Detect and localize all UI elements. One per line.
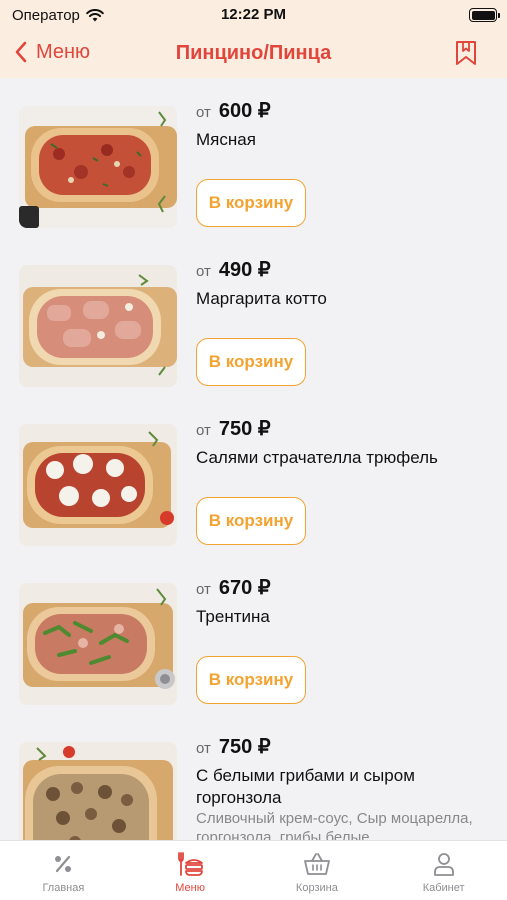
basket-icon xyxy=(303,851,331,877)
product-image[interactable] xyxy=(19,265,177,387)
product-price: 490 ₽ xyxy=(218,259,271,281)
tab-menu[interactable]: Меню xyxy=(127,841,254,900)
product-image[interactable] xyxy=(19,424,177,546)
page-title: Пинцино/Пинца xyxy=(175,42,332,64)
product-name: Мясная xyxy=(196,130,256,149)
product-price: 750 ₽ xyxy=(218,418,271,440)
tab-label: Кабинет xyxy=(422,882,465,894)
product-name: Салями страчателла трюфель xyxy=(196,448,438,467)
tab-bar: Главная Меню Корзина Кабинет xyxy=(0,840,507,900)
price-prefix: от xyxy=(196,104,211,121)
price-row: от 750 ₽ xyxy=(196,416,271,441)
product-price: 600 ₽ xyxy=(218,100,271,122)
price-row: от 490 ₽ xyxy=(196,257,271,282)
bookmark-icon xyxy=(456,41,476,65)
product-image[interactable] xyxy=(19,583,177,705)
tab-cart[interactable]: Корзина xyxy=(254,841,381,900)
product-name: Маргарита котто xyxy=(196,289,327,308)
add-to-cart-button[interactable]: В корзину xyxy=(196,179,306,227)
tab-profile[interactable]: Кабинет xyxy=(380,841,507,900)
profile-icon xyxy=(432,851,456,877)
wifi-icon xyxy=(86,8,104,21)
product-card: от 670 ₽ Трентина В корзину xyxy=(0,555,507,714)
tab-label: Главная xyxy=(42,882,85,894)
product-card: от 750 ₽ Салями страчателла трюфель В ко… xyxy=(0,396,507,555)
battery-icon xyxy=(469,8,500,22)
battery-level xyxy=(471,10,495,20)
carrier-name: Оператор xyxy=(12,6,80,24)
tab-home[interactable]: Главная xyxy=(0,841,127,900)
product-name: С белыми грибами и сыром горгонзола xyxy=(196,766,415,807)
price-row: от 600 ₽ xyxy=(196,98,271,123)
nav-bar: Меню Пинцино/Пинца xyxy=(0,30,507,78)
add-to-cart-button[interactable]: В корзину xyxy=(196,338,306,386)
add-to-cart-button[interactable]: В корзину xyxy=(196,497,306,545)
product-name: Трентина xyxy=(196,607,270,626)
product-price: 670 ₽ xyxy=(218,577,271,599)
price-row: от 750 ₽ xyxy=(196,734,271,759)
tab-label: Меню xyxy=(175,882,205,894)
product-image[interactable] xyxy=(19,106,177,228)
price-prefix: от xyxy=(196,263,211,280)
product-card: от 600 ₽ Мясная В корзину xyxy=(0,78,507,237)
product-image[interactable] xyxy=(19,742,177,840)
product-price: 750 ₽ xyxy=(218,736,271,758)
status-left: Оператор xyxy=(12,7,104,24)
product-card: от 490 ₽ Маргарита котто В корзину xyxy=(0,237,507,396)
menu-food-icon xyxy=(176,851,204,877)
price-prefix: от xyxy=(196,740,211,757)
price-prefix: от xyxy=(196,422,211,439)
product-description: Сливочный крем-соус, Сыр моцарелла, горг… xyxy=(196,810,473,840)
product-card: от 750 ₽ С белыми грибами и сыром горгон… xyxy=(0,714,507,840)
discount-icon xyxy=(52,851,74,877)
price-prefix: от xyxy=(196,581,211,598)
bookmark-button[interactable] xyxy=(455,40,477,71)
tab-label: Корзина xyxy=(295,882,338,894)
status-bar: Оператор 12:22 PM xyxy=(0,0,507,30)
product-list[interactable]: от 600 ₽ Мясная В корзину от 490 ₽ Марга… xyxy=(0,78,507,840)
add-to-cart-button[interactable]: В корзину xyxy=(196,656,306,704)
price-row: от 670 ₽ xyxy=(196,575,271,600)
